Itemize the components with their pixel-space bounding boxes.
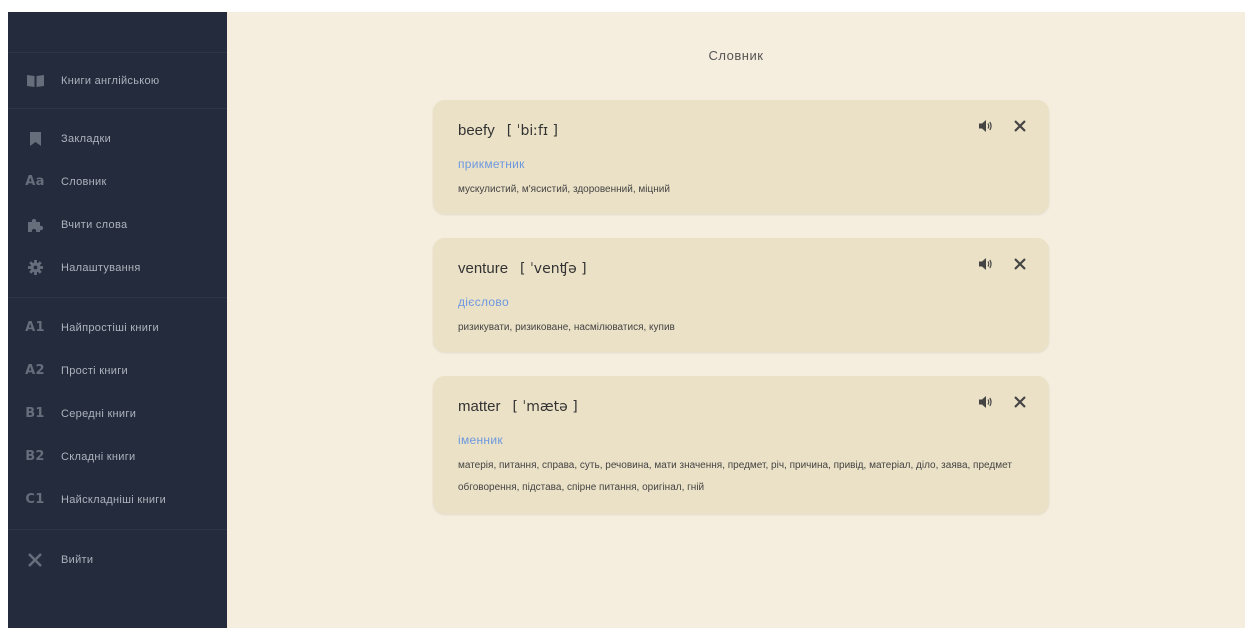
sidebar-item-label: Середні книги [61, 407, 137, 420]
sidebar-item-settings[interactable]: Налаштування [8, 246, 227, 289]
main-content: Словник beefy [ ˈbiːfɪ ] прикметник муску… [227, 12, 1245, 628]
translation: мускулистий, м'ясистий, здоровенний, міц… [458, 184, 670, 195]
part-of-speech: дієслово [458, 295, 509, 309]
transcription: [ ˈbiːfɪ ] [506, 123, 558, 139]
close-icon [1014, 258, 1026, 270]
book-icon [26, 72, 44, 90]
sidebar-item-level-b2[interactable]: B2 Складні книги [8, 435, 227, 478]
gear-icon [26, 259, 44, 277]
word-heading: matter [ ˈmætə ] [458, 398, 578, 415]
sidebar-item-logout[interactable]: Вийти [8, 538, 227, 581]
speaker-icon [979, 120, 992, 132]
level-a1-icon: A1 [25, 320, 45, 335]
sidebar-item-level-a1[interactable]: A1 Найпростіші книги [8, 306, 227, 349]
sidebar-section-tools: Закладки Aa Словник Вчити слова Налаштув… [8, 108, 227, 297]
sidebar-section-levels: A1 Найпростіші книги A2 Прості книги B1 … [8, 297, 227, 529]
sidebar-item-label: Найпростіші книги [61, 321, 159, 334]
puzzle-icon [26, 216, 44, 234]
level-b2-icon: B2 [25, 449, 45, 464]
remove-word-button[interactable] [1010, 254, 1030, 274]
close-icon [1014, 120, 1026, 132]
word: matter [458, 398, 501, 415]
transcription: [ ˈmætə ] [512, 399, 578, 415]
sidebar-item-bookmarks[interactable]: Закладки [8, 117, 227, 160]
word-heading: venture [ ˈvenʧə ] [458, 260, 587, 277]
sidebar-item-learn-words[interactable]: Вчити слова [8, 203, 227, 246]
level-a2-icon: A2 [25, 363, 45, 378]
sidebar-item-level-b1[interactable]: B1 Середні книги [8, 392, 227, 435]
dictionary-icon: Aa [25, 174, 45, 189]
word-card: matter [ ˈmætə ] іменник матерія, питання… [433, 376, 1049, 514]
level-b1-icon: B1 [25, 406, 45, 421]
sidebar-item-label: Вийти [61, 553, 94, 566]
word-card: beefy [ ˈbiːfɪ ] прикметник мускулистий, … [433, 100, 1049, 214]
pronounce-button[interactable] [976, 392, 996, 412]
transcription: [ ˈvenʧə ] [520, 261, 587, 277]
sidebar-top [8, 12, 227, 52]
close-icon [1014, 396, 1026, 408]
sidebar-item-label: Прості книги [61, 364, 128, 377]
sidebar-item-level-a2[interactable]: A2 Прості книги [8, 349, 227, 392]
translation: матерія, питання, справа, суть, речовина… [458, 460, 1012, 493]
part-of-speech: іменник [458, 433, 503, 447]
sidebar-section-main: Книги англійською [8, 52, 227, 108]
speaker-icon [979, 396, 992, 408]
word-card: venture [ ˈvenʧə ] дієслово ризикувати, р… [433, 238, 1049, 352]
word: venture [458, 260, 509, 277]
remove-word-button[interactable] [1010, 116, 1030, 136]
sidebar-item-label: Закладки [61, 132, 112, 145]
sidebar-item-english-books[interactable]: Книги англійською [8, 59, 227, 102]
level-c1-icon: C1 [25, 492, 45, 507]
part-of-speech: прикметник [458, 157, 525, 171]
sidebar: Книги англійською Закладки Aa Словник Вч… [8, 12, 227, 628]
page-title: Словник [708, 48, 764, 63]
speaker-icon [979, 258, 992, 270]
word: beefy [458, 122, 495, 139]
sidebar-item-dictionary[interactable]: Aa Словник [8, 160, 227, 203]
sidebar-item-label: Книги англійською [61, 74, 160, 87]
pronounce-button[interactable] [976, 116, 996, 136]
translation: ризикувати, ризиковане, насмілюватися, к… [458, 322, 675, 333]
sidebar-item-level-c1[interactable]: C1 Найскладніші книги [8, 478, 227, 521]
word-heading: beefy [ ˈbiːfɪ ] [458, 122, 558, 139]
remove-word-button[interactable] [1010, 392, 1030, 412]
pronounce-button[interactable] [976, 254, 996, 274]
sidebar-item-label: Вчити слова [61, 218, 128, 231]
sidebar-item-label: Словник [61, 175, 107, 188]
sidebar-item-label: Налаштування [61, 261, 141, 274]
close-icon [26, 551, 44, 569]
sidebar-section-exit: Вийти [8, 529, 227, 589]
sidebar-item-label: Найскладніші книги [61, 493, 167, 506]
sidebar-item-label: Складні книги [61, 450, 136, 463]
bookmark-icon [26, 130, 44, 148]
